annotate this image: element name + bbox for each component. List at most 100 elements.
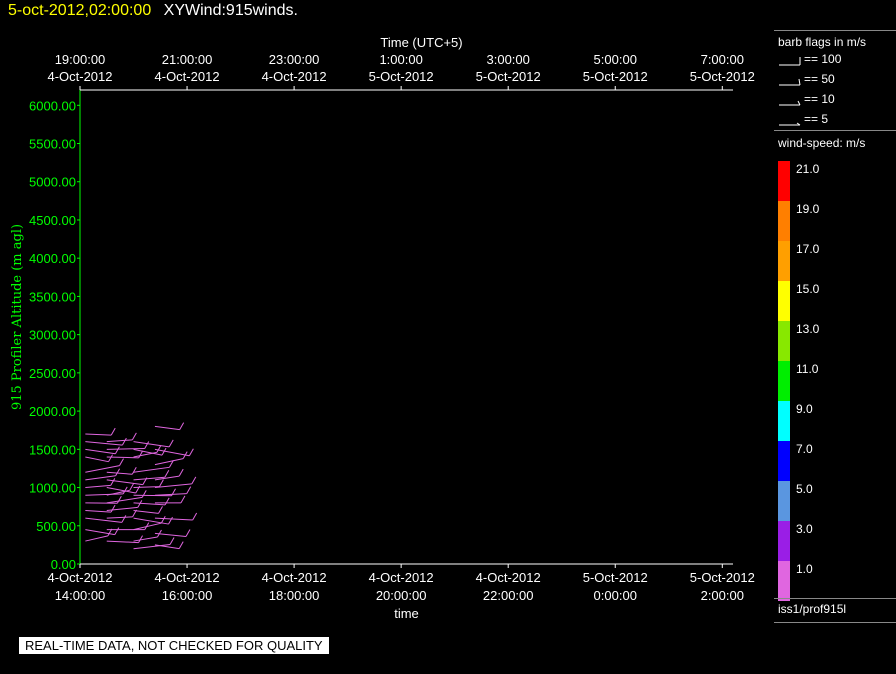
barb-legend-label: == 10 [804, 92, 835, 106]
wind-barb-flag [115, 468, 121, 476]
wind-barb-flag [138, 450, 144, 459]
top-tick-label: 5-Oct-2012 [476, 69, 541, 84]
wind-barb-flag [191, 476, 197, 485]
y-tick-label: 5000.00 [29, 175, 76, 190]
wind-barb-flag [121, 437, 127, 446]
barb-sample-icon [779, 57, 801, 66]
x-tick-label: 2:00:00 [701, 588, 744, 603]
x-tick-label: 18:00:00 [269, 588, 320, 603]
x-tick-label: 4-Oct-2012 [369, 570, 434, 585]
speed-color-swatch [778, 161, 790, 201]
y-axis-title: 915 Profiler Altitude (m agl) [10, 224, 25, 410]
wind-barb-flag [108, 454, 113, 462]
wind-barb [133, 509, 159, 514]
wind-barb-flag [168, 439, 174, 448]
wind-barb-flag [119, 458, 124, 466]
legend-sidebar: barb flags in m/s == 100 == 50 == 10 == 5 w… [774, 30, 896, 630]
y-tick-label: 2500.00 [29, 366, 76, 381]
wind-barb-flag [169, 537, 175, 545]
speed-scale-label: 1.0 [796, 562, 813, 576]
speed-scale-label: 19.0 [796, 202, 820, 216]
wind-barb-flag [110, 478, 116, 486]
y-tick-label: 5500.00 [29, 137, 76, 152]
barb-legend-label: == 50 [804, 72, 835, 86]
x-tick-label: 4-Oct-2012 [47, 570, 112, 585]
wind-barb-flag [164, 497, 170, 506]
wind-barb-flag [188, 448, 194, 456]
source-label: iss1/prof915l [778, 602, 847, 616]
wind-barb [85, 535, 108, 542]
x-tick-label: 16:00:00 [162, 588, 213, 603]
wind-barb-flag [178, 541, 184, 549]
wind-barb-flag [138, 535, 143, 543]
wind-barb [106, 448, 145, 450]
legend-divider [774, 598, 896, 599]
y-tick-label: 3500.00 [29, 289, 76, 304]
y-tick-label: 500.00 [36, 519, 76, 534]
wind-barb [106, 471, 133, 475]
barb-legend-item: == 100 [778, 52, 896, 70]
wind-barb-flag [141, 490, 147, 498]
y-tick-label: 2000.00 [29, 404, 76, 419]
barb-sample-icon [779, 78, 801, 86]
wind-barb-flag [186, 486, 192, 494]
barb-legend-item: == 5 [778, 112, 896, 130]
speed-scale-label: 21.0 [796, 162, 820, 176]
barb-sample-icon [779, 122, 801, 126]
legend-divider [774, 622, 896, 623]
wind-barb-flag [158, 506, 163, 514]
wind-barb-flag [116, 496, 122, 504]
x-tick-label: 5-Oct-2012 [583, 570, 648, 585]
wind-barb [106, 439, 133, 443]
wind-barb [133, 466, 170, 473]
y-tick-label: 6000.00 [29, 98, 76, 113]
wind-barb [85, 448, 116, 455]
speed-color-swatch [778, 201, 790, 241]
top-tick-label: 5-Oct-2012 [690, 69, 755, 84]
wind-barb [106, 516, 133, 519]
speed-color-swatch [778, 241, 790, 281]
speed-color-swatch [778, 401, 790, 441]
speed-scale-label: 17.0 [796, 242, 820, 256]
speed-color-swatch [778, 281, 790, 321]
wind-barb-flag [144, 441, 150, 449]
y-tick-label: 4500.00 [29, 213, 76, 228]
y-tick-label: 3000.00 [29, 328, 76, 343]
speed-scale-label: 5.0 [796, 482, 813, 496]
wind-barb-flag [137, 500, 143, 508]
wind-barb [154, 458, 184, 466]
top-tick-label: 7:00:00 [701, 52, 744, 67]
wind-barb [85, 456, 109, 463]
wind-barb-flag [160, 515, 166, 524]
wind-barb [85, 475, 116, 481]
wind-barb-flag [131, 466, 137, 475]
wind-barb-flag [158, 479, 164, 487]
legend-divider [774, 30, 896, 31]
barb-legend-label: == 5 [804, 112, 829, 126]
speed-color-swatch [778, 561, 790, 601]
y-tick-label: 4000.00 [29, 251, 76, 266]
barb-legend-item: == 50 [778, 72, 896, 90]
x-tick-label: 4-Oct-2012 [155, 570, 220, 585]
top-tick-label: 1:00:00 [379, 52, 422, 67]
top-tick-label: 3:00:00 [487, 52, 530, 67]
barb-legend-item: == 10 [778, 92, 896, 110]
wind-barb-flag [121, 515, 127, 523]
top-axis-title: Time (UTC+5) [380, 35, 462, 50]
wind-barb [133, 441, 170, 448]
legend-divider [774, 130, 896, 131]
barb-sample-icon [779, 100, 801, 106]
wind-barb-flag [178, 468, 184, 477]
x-tick-label: 0:00:00 [594, 588, 637, 603]
top-tick-label: 23:00:00 [269, 52, 320, 67]
x-tick-label: 5-Oct-2012 [690, 570, 755, 585]
wind-barb [133, 536, 158, 542]
x-tick-label: 4-Oct-2012 [476, 570, 541, 585]
quality-notice: REAL-TIME DATA, NOT CHECKED FOR QUALITY [19, 637, 329, 654]
wind-barb [85, 441, 123, 446]
wind-barb [85, 517, 122, 523]
wind-barb [154, 425, 180, 431]
wind-barb [85, 465, 120, 473]
wind-barb [154, 517, 193, 521]
top-tick-label: 19:00:00 [55, 52, 106, 67]
